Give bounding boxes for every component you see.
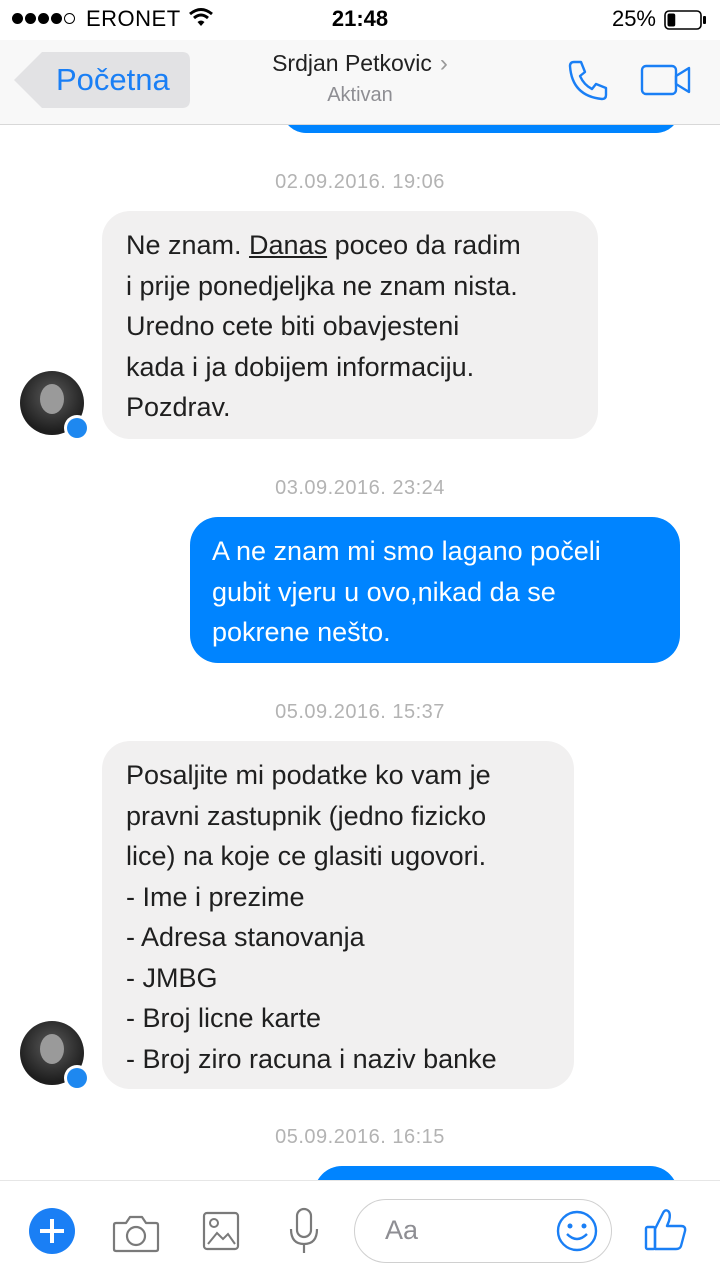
timestamp: 05.09.2016. 15:37	[275, 701, 445, 723]
message-line: - JMBG	[126, 962, 218, 993]
battery-icon	[664, 10, 706, 30]
avatar[interactable]	[20, 371, 90, 441]
message-line: lice) na koje ce glasiti ugovori.	[126, 841, 487, 871]
contact-name-link[interactable]: Srdjan Petkovic ›	[0, 50, 720, 78]
underlined-word[interactable]: Danas	[249, 230, 327, 260]
phone-icon[interactable]	[566, 58, 610, 107]
incoming-message[interactable]: Ne znam. Danas poceo da radim i prije po…	[102, 211, 598, 439]
timestamp: 02.09.2016. 19:06	[275, 171, 445, 193]
message-line: kada i ja dobijem informaciju.	[126, 351, 475, 382]
message-line: pokrene nešto.	[212, 617, 391, 647]
contact-status: Aktivan	[327, 84, 393, 106]
message-line: Posaljite mi podatke ko vam je	[126, 760, 491, 790]
outgoing-message-partial[interactable]	[282, 125, 680, 133]
message-line: - Broj ziro racuna i naziv banke	[126, 1043, 497, 1074]
outgoing-message-partial[interactable]	[314, 1166, 678, 1180]
contact-name: Srdjan Petkovic	[272, 50, 432, 76]
image-icon[interactable]	[202, 1211, 240, 1256]
plus-icon[interactable]	[29, 1208, 75, 1254]
messenger-badge-icon	[64, 415, 90, 441]
microphone-icon[interactable]	[288, 1207, 320, 1260]
message-line: pravni zastupnik (jedno fizicko	[126, 800, 487, 831]
avatar[interactable]	[20, 1021, 90, 1091]
message-list[interactable]: 02.09.2016. 19:06 Ne znam. Danas poceo d…	[0, 125, 720, 1180]
message-line: Ne znam. Danas poceo da radim	[126, 230, 521, 260]
timestamp: 03.09.2016. 23:24	[275, 477, 445, 499]
conversation-header: Početna Srdjan Petkovic › Aktivan	[0, 40, 720, 125]
messenger-badge-icon	[64, 1065, 90, 1091]
battery-percent: 25%	[611, 6, 656, 31]
message-line: A ne znam mi smo lagano počeli	[212, 536, 601, 566]
composer-bar: Aa	[0, 1180, 720, 1281]
message-input[interactable]: Aa	[354, 1199, 612, 1263]
message-line: gubit vjeru u ovo,nikad da se	[212, 576, 556, 607]
emoji-icon[interactable]	[555, 1209, 599, 1258]
message-line: Pozdrav.	[126, 392, 231, 422]
message-line: - Broj licne karte	[126, 1003, 322, 1033]
chevron-right-icon: ›	[439, 50, 448, 77]
message-line: - Ime i prezime	[126, 881, 305, 912]
outgoing-message[interactable]: A ne znam mi smo lagano počeli gubit vje…	[190, 517, 680, 663]
thumbs-up-icon[interactable]	[644, 1207, 688, 1258]
status-bar: ERONET 21:48 25%	[0, 0, 720, 40]
message-line: Uredno cete biti obavjesteni	[126, 311, 460, 341]
message-line: - Adresa stanovanja	[126, 922, 365, 952]
message-input-placeholder: Aa	[385, 1215, 419, 1245]
video-camera-icon[interactable]	[640, 64, 692, 101]
incoming-message[interactable]: Posaljite mi podatke ko vam je pravni za…	[102, 741, 574, 1089]
timestamp: 05.09.2016. 16:15	[275, 1126, 445, 1148]
message-line: i prije ponedjeljka ne znam nista.	[126, 270, 518, 301]
camera-icon[interactable]	[112, 1213, 160, 1258]
